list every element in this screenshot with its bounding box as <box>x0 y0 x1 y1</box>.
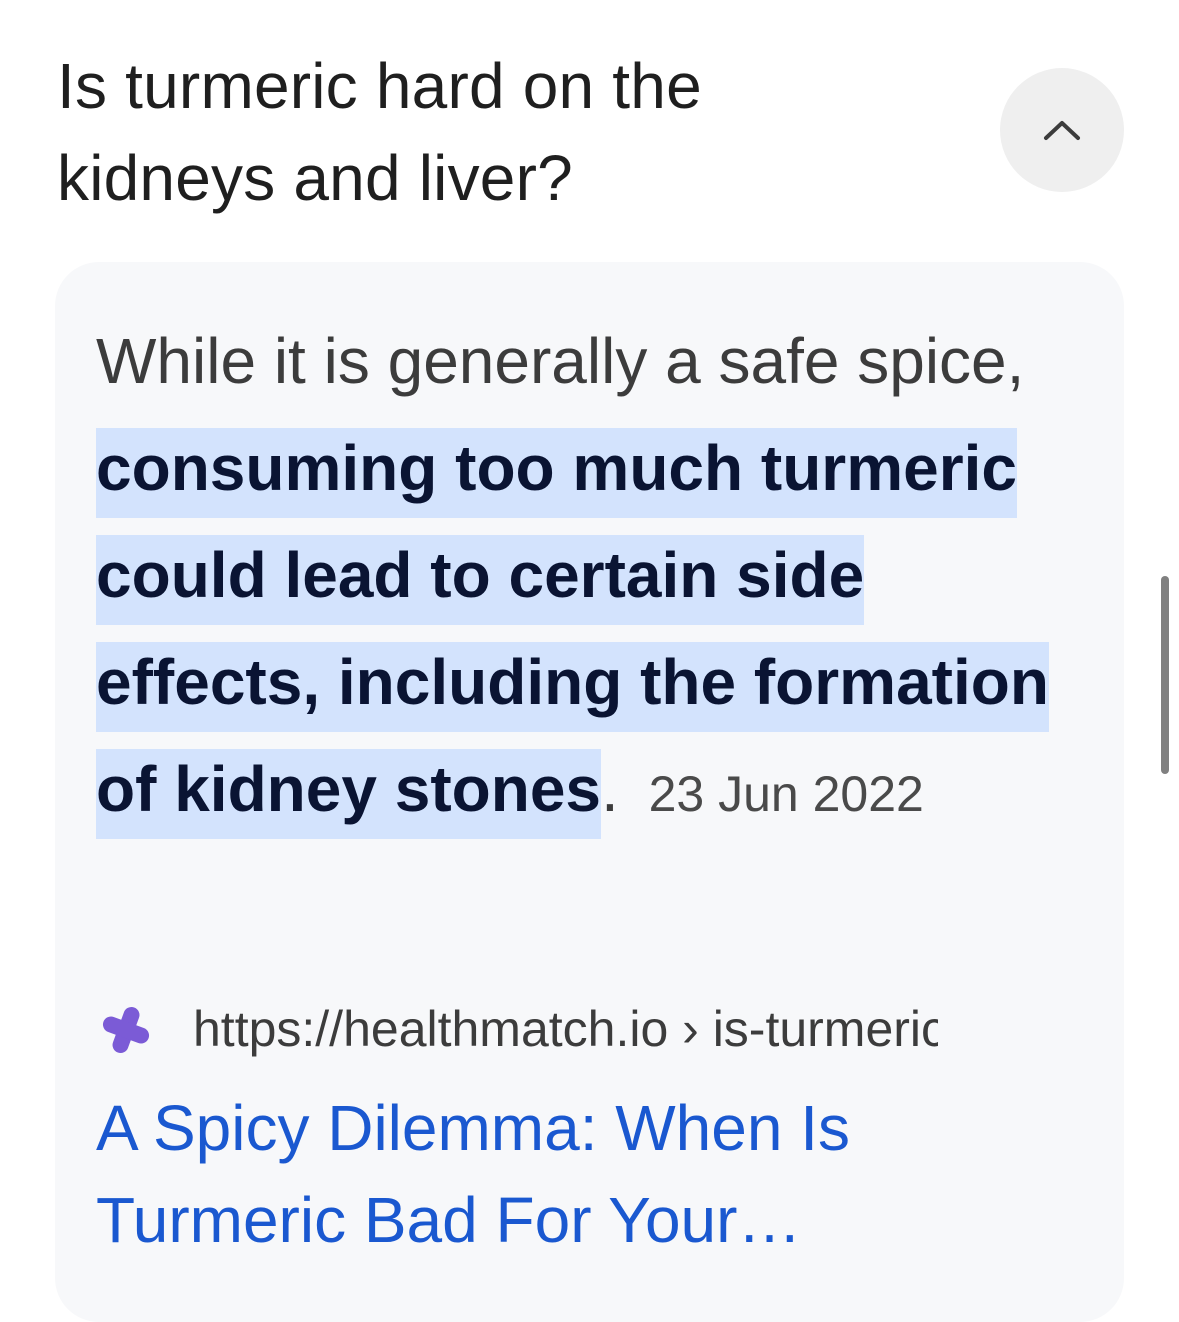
answer-snippet: While it is generally a safe spice, cons… <box>96 308 1096 848</box>
answer-intro: While it is generally a safe spice, <box>96 325 1025 397</box>
question-title: Is turmeric hard on the kidneys and live… <box>57 50 702 214</box>
answer-end: . <box>601 753 619 825</box>
result-title-link[interactable]: A Spicy Dilemma: When Is Turmeric Bad Fo… <box>96 1082 1096 1266</box>
chevron-up-icon <box>1044 121 1080 140</box>
answer-date: 23 Jun 2022 <box>648 766 924 822</box>
healthmatch-logo-icon <box>102 1006 150 1054</box>
source-url[interactable]: https://healthmatch.io › is-turmeric <box>193 996 938 1062</box>
scrollbar[interactable] <box>1161 576 1169 774</box>
collapse-button[interactable] <box>1000 68 1124 192</box>
